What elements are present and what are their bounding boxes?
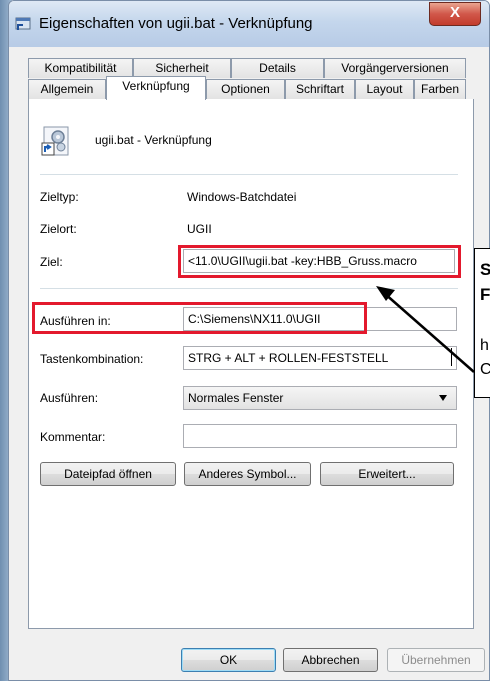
ok-button[interactable]: OK [181,648,276,672]
callout-text: h [480,337,489,354]
shortcut-window-icon [15,17,31,30]
tab-schriftart[interactable]: Schriftart [285,79,355,99]
tab-farben[interactable]: Farben [414,79,466,99]
title-bar[interactable]: Eigenschaften von ugii.bat - Verknüpfung… [9,1,489,47]
ausfuehren-label: Ausführen: [40,391,99,405]
zieltyp-value: Windows-Batchdatei [187,190,297,204]
tab-details[interactable]: Details [231,58,324,78]
ziel-highlight-box [178,245,461,278]
uebernehmen-button[interactable]: Übernehmen [387,648,485,672]
chevron-down-icon[interactable] [438,394,448,402]
annotation-callout: S F h C [474,248,490,398]
tab-allgemein[interactable]: Allgemein [28,79,106,99]
window-title: Eigenschaften von ugii.bat - Verknüpfung [39,15,313,32]
erweitert-button[interactable]: Erweitert... [320,462,454,486]
dateipfad-oeffnen-button[interactable]: Dateipfad öffnen [40,462,176,486]
callout-text: S [480,260,490,280]
anderes-symbol-button[interactable]: Anderes Symbol... [184,462,311,486]
zieltyp-label: Zieltyp: [40,190,79,204]
tastenkombination-label: Tastenkombination: [40,352,144,366]
tab-kompatibilitaet[interactable]: Kompatibilität [28,58,133,78]
tab-sicherheit[interactable]: Sicherheit [133,58,231,78]
tab-verknuepfung[interactable]: Verknüpfung [106,76,206,100]
kommentar-label: Kommentar: [40,430,106,444]
separator [40,174,458,175]
abbrechen-button[interactable]: Abbrechen [283,648,378,672]
separator [40,288,458,289]
tab-optionen[interactable]: Optionen [206,79,285,99]
ausfuehren-selected-value: Normales Fenster [188,391,284,405]
tab-layout[interactable]: Layout [355,79,414,99]
tastenkombination-input[interactable]: STRG + ALT + ROLLEN-FESTSTELL [183,346,457,370]
ausfuehren-select[interactable]: Normales Fenster [183,386,457,410]
tab-vorgaengerversionen[interactable]: Vorgängerversionen [324,58,466,78]
zielort-value: UGII [187,222,212,236]
callout-text: F [480,285,490,304]
zielort-label: Zielort: [40,222,77,236]
close-button[interactable]: X [429,2,481,26]
close-icon: X [449,4,460,21]
text-cursor [451,348,452,366]
ausfuehren-in-highlight-box [32,302,367,334]
ziel-label: Ziel: [40,255,63,269]
batch-file-gear-icon [41,126,69,156]
shortcut-name: ugii.bat - Verknüpfung [95,133,212,147]
kommentar-input[interactable] [183,424,457,448]
callout-text: C [480,361,490,379]
